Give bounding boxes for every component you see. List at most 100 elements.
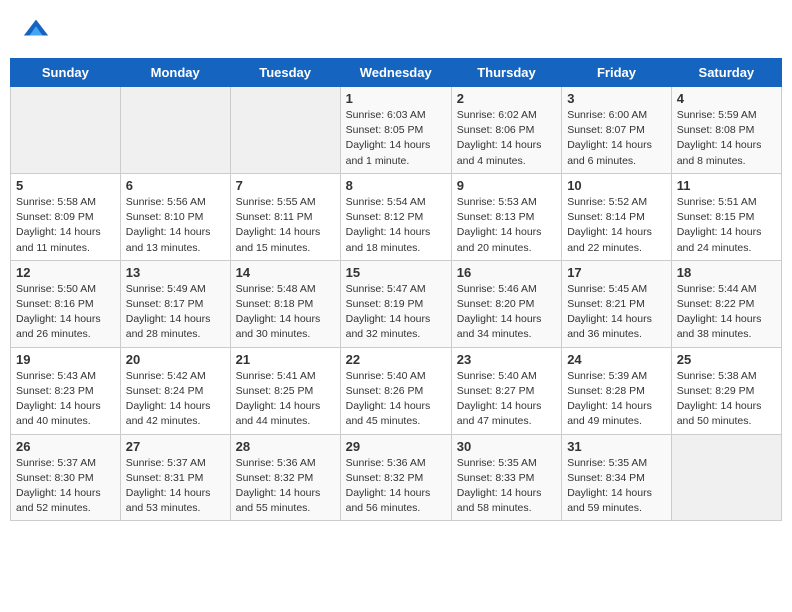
day-number: 28 <box>236 439 335 454</box>
calendar-cell: 10 Sunrise: 5:52 AM Sunset: 8:14 PM Dayli… <box>562 173 672 260</box>
calendar-cell: 19 Sunrise: 5:43 AM Sunset: 8:23 PM Dayli… <box>11 347 121 434</box>
page-header <box>10 10 782 48</box>
day-info: Sunrise: 5:37 AM Sunset: 8:31 PM Dayligh… <box>126 456 225 517</box>
calendar-week-row: 19 Sunrise: 5:43 AM Sunset: 8:23 PM Dayli… <box>11 347 782 434</box>
calendar-cell: 3 Sunrise: 6:00 AM Sunset: 8:07 PM Daylig… <box>562 87 672 174</box>
day-info: Sunrise: 5:46 AM Sunset: 8:20 PM Dayligh… <box>457 282 556 343</box>
calendar-cell: 4 Sunrise: 5:59 AM Sunset: 8:08 PM Daylig… <box>671 87 781 174</box>
day-number: 24 <box>567 352 666 367</box>
day-number: 11 <box>677 178 776 193</box>
calendar-week-row: 26Sunrise: 5:37 AM Sunset: 8:30 PM Dayli… <box>11 434 782 521</box>
day-number: 6 <box>126 178 225 193</box>
calendar-cell: 29Sunrise: 5:36 AM Sunset: 8:32 PM Dayli… <box>340 434 451 521</box>
day-number: 7 <box>236 178 335 193</box>
day-number: 15 <box>346 265 446 280</box>
calendar-cell: 15 Sunrise: 5:47 AM Sunset: 8:19 PM Dayli… <box>340 260 451 347</box>
day-info: Sunrise: 5:53 AM Sunset: 8:13 PM Dayligh… <box>457 195 556 256</box>
calendar-cell: 13 Sunrise: 5:49 AM Sunset: 8:17 PM Dayli… <box>120 260 230 347</box>
day-header-wednesday: Wednesday <box>340 59 451 87</box>
day-header-thursday: Thursday <box>451 59 561 87</box>
day-header-saturday: Saturday <box>671 59 781 87</box>
calendar-cell <box>120 87 230 174</box>
calendar-cell: 9 Sunrise: 5:53 AM Sunset: 8:13 PM Daylig… <box>451 173 561 260</box>
day-number: 31 <box>567 439 666 454</box>
calendar-cell <box>671 434 781 521</box>
day-number: 9 <box>457 178 556 193</box>
calendar-cell: 11 Sunrise: 5:51 AM Sunset: 8:15 PM Dayli… <box>671 173 781 260</box>
day-info: Sunrise: 5:58 AM Sunset: 8:09 PM Dayligh… <box>16 195 115 256</box>
day-info: Sunrise: 5:49 AM Sunset: 8:17 PM Dayligh… <box>126 282 225 343</box>
day-number: 8 <box>346 178 446 193</box>
day-info: Sunrise: 5:41 AM Sunset: 8:25 PM Dayligh… <box>236 369 335 430</box>
day-number: 25 <box>677 352 776 367</box>
day-header-monday: Monday <box>120 59 230 87</box>
day-info: Sunrise: 5:42 AM Sunset: 8:24 PM Dayligh… <box>126 369 225 430</box>
day-info: Sunrise: 5:40 AM Sunset: 8:27 PM Dayligh… <box>457 369 556 430</box>
calendar-table: SundayMondayTuesdayWednesdayThursdayFrid… <box>10 58 782 521</box>
logo <box>20 15 50 43</box>
day-header-sunday: Sunday <box>11 59 121 87</box>
calendar-cell <box>11 87 121 174</box>
day-info: Sunrise: 5:39 AM Sunset: 8:28 PM Dayligh… <box>567 369 666 430</box>
calendar-cell: 30 Sunrise: 5:35 AM Sunset: 8:33 PM Dayli… <box>451 434 561 521</box>
day-number: 14 <box>236 265 335 280</box>
day-number: 3 <box>567 91 666 106</box>
day-info: Sunrise: 6:00 AM Sunset: 8:07 PM Dayligh… <box>567 108 666 169</box>
day-number: 16 <box>457 265 556 280</box>
day-info: Sunrise: 5:43 AM Sunset: 8:23 PM Dayligh… <box>16 369 115 430</box>
day-info: Sunrise: 5:35 AM Sunset: 8:33 PM Dayligh… <box>457 456 556 517</box>
day-number: 21 <box>236 352 335 367</box>
day-info: Sunrise: 5:38 AM Sunset: 8:29 PM Dayligh… <box>677 369 776 430</box>
calendar-week-row: 12Sunrise: 5:50 AM Sunset: 8:16 PM Dayli… <box>11 260 782 347</box>
day-info: Sunrise: 5:55 AM Sunset: 8:11 PM Dayligh… <box>236 195 335 256</box>
calendar-header-row: SundayMondayTuesdayWednesdayThursdayFrid… <box>11 59 782 87</box>
day-info: Sunrise: 5:56 AM Sunset: 8:10 PM Dayligh… <box>126 195 225 256</box>
calendar-cell: 23 Sunrise: 5:40 AM Sunset: 8:27 PM Dayli… <box>451 347 561 434</box>
day-info: Sunrise: 5:54 AM Sunset: 8:12 PM Dayligh… <box>346 195 446 256</box>
day-number: 22 <box>346 352 446 367</box>
calendar-week-row: 5 Sunrise: 5:58 AM Sunset: 8:09 PM Daylig… <box>11 173 782 260</box>
calendar-cell: 5 Sunrise: 5:58 AM Sunset: 8:09 PM Daylig… <box>11 173 121 260</box>
day-number: 1 <box>346 91 446 106</box>
calendar-cell: 26Sunrise: 5:37 AM Sunset: 8:30 PM Dayli… <box>11 434 121 521</box>
day-info: Sunrise: 5:51 AM Sunset: 8:15 PM Dayligh… <box>677 195 776 256</box>
calendar-cell: 8 Sunrise: 5:54 AM Sunset: 8:12 PM Daylig… <box>340 173 451 260</box>
calendar-cell: 28 Sunrise: 5:36 AM Sunset: 8:32 PM Dayli… <box>230 434 340 521</box>
day-number: 10 <box>567 178 666 193</box>
calendar-cell: 16 Sunrise: 5:46 AM Sunset: 8:20 PM Dayli… <box>451 260 561 347</box>
calendar-cell: 1Sunrise: 6:03 AM Sunset: 8:05 PM Daylig… <box>340 87 451 174</box>
day-info: Sunrise: 5:52 AM Sunset: 8:14 PM Dayligh… <box>567 195 666 256</box>
day-info: Sunrise: 5:36 AM Sunset: 8:32 PM Dayligh… <box>236 456 335 517</box>
calendar-cell: 7 Sunrise: 5:55 AM Sunset: 8:11 PM Daylig… <box>230 173 340 260</box>
day-header-tuesday: Tuesday <box>230 59 340 87</box>
day-number: 19 <box>16 352 115 367</box>
calendar-cell: 25 Sunrise: 5:38 AM Sunset: 8:29 PM Dayli… <box>671 347 781 434</box>
day-number: 20 <box>126 352 225 367</box>
day-number: 30 <box>457 439 556 454</box>
day-info: Sunrise: 6:02 AM Sunset: 8:06 PM Dayligh… <box>457 108 556 169</box>
calendar-cell: 24 Sunrise: 5:39 AM Sunset: 8:28 PM Dayli… <box>562 347 672 434</box>
day-info: Sunrise: 5:45 AM Sunset: 8:21 PM Dayligh… <box>567 282 666 343</box>
day-number: 18 <box>677 265 776 280</box>
calendar-cell: 22Sunrise: 5:40 AM Sunset: 8:26 PM Dayli… <box>340 347 451 434</box>
day-info: Sunrise: 5:48 AM Sunset: 8:18 PM Dayligh… <box>236 282 335 343</box>
calendar-cell: 2Sunrise: 6:02 AM Sunset: 8:06 PM Daylig… <box>451 87 561 174</box>
day-info: Sunrise: 5:37 AM Sunset: 8:30 PM Dayligh… <box>16 456 115 517</box>
calendar-cell: 14 Sunrise: 5:48 AM Sunset: 8:18 PM Dayli… <box>230 260 340 347</box>
calendar-cell: 6 Sunrise: 5:56 AM Sunset: 8:10 PM Daylig… <box>120 173 230 260</box>
calendar-cell: 20 Sunrise: 5:42 AM Sunset: 8:24 PM Dayli… <box>120 347 230 434</box>
day-number: 13 <box>126 265 225 280</box>
calendar-cell: 31Sunrise: 5:35 AM Sunset: 8:34 PM Dayli… <box>562 434 672 521</box>
calendar-cell: 21 Sunrise: 5:41 AM Sunset: 8:25 PM Dayli… <box>230 347 340 434</box>
day-number: 23 <box>457 352 556 367</box>
day-number: 17 <box>567 265 666 280</box>
day-number: 4 <box>677 91 776 106</box>
day-info: Sunrise: 5:47 AM Sunset: 8:19 PM Dayligh… <box>346 282 446 343</box>
logo-icon <box>22 15 50 43</box>
calendar-cell <box>230 87 340 174</box>
calendar-cell: 17 Sunrise: 5:45 AM Sunset: 8:21 PM Dayli… <box>562 260 672 347</box>
calendar-cell: 18Sunrise: 5:44 AM Sunset: 8:22 PM Dayli… <box>671 260 781 347</box>
day-number: 12 <box>16 265 115 280</box>
day-number: 5 <box>16 178 115 193</box>
day-info: Sunrise: 5:59 AM Sunset: 8:08 PM Dayligh… <box>677 108 776 169</box>
